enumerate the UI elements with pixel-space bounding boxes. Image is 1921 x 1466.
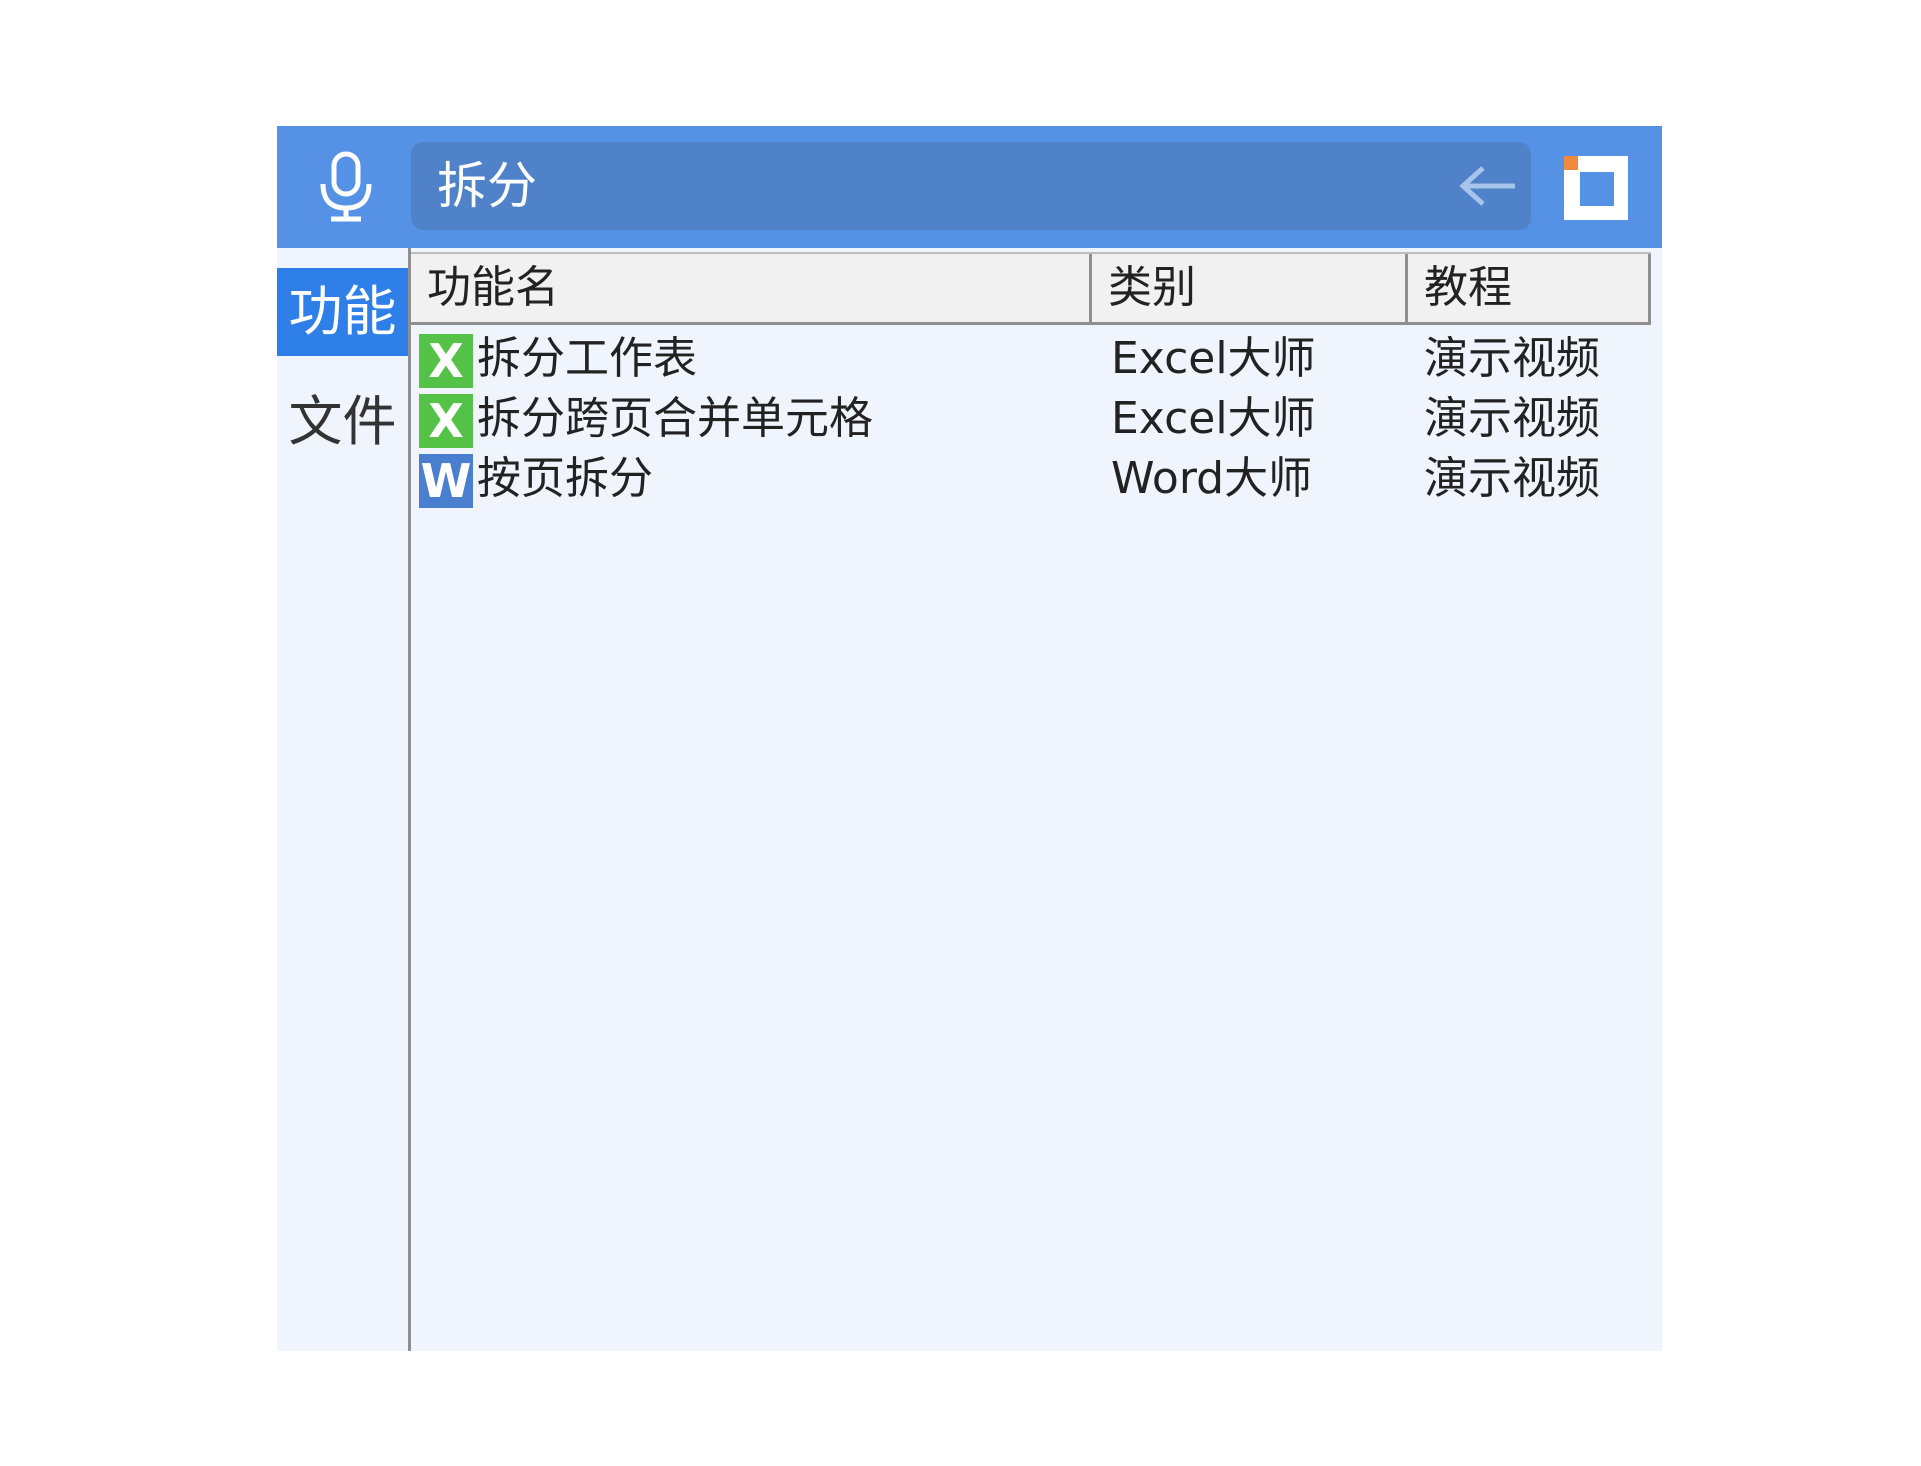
tab-features[interactable]: 功能 [277,268,408,356]
excel-icon: X [419,334,473,388]
excel-icon: X [419,394,473,448]
tab-files[interactable]: 文件 [277,378,408,466]
search-input[interactable]: 拆分 [437,142,537,230]
tutorial-link[interactable]: 演示视频 [1424,329,1600,389]
sidebar: 功能 文件 [277,248,408,1351]
feature-category: Excel大师 [1111,333,1316,384]
search-box[interactable]: 拆分 [411,142,1531,230]
column-header-name[interactable]: 功能名 [411,254,1092,322]
feature-name[interactable]: 按页拆分 [477,449,653,509]
table-row[interactable]: W 按页拆分 Word大师 演示视频 [411,449,1662,509]
tab-files-label: 文件 [288,390,397,453]
tutorial-link[interactable]: 演示视频 [1424,449,1600,509]
feature-category: Word大师 [1111,453,1313,504]
app-logo-icon[interactable] [1560,152,1632,224]
results-table: 功能名 类别 教程 X 拆分工作表 Excel大师 演示视频 X 拆分跨页合并单… [411,248,1662,1351]
table-row[interactable]: X 拆分跨页合并单元格 Excel大师 演示视频 [411,389,1662,449]
microphone-icon[interactable] [311,150,381,224]
table-row[interactable]: X 拆分工作表 Excel大师 演示视频 [411,329,1662,389]
tutorial-link[interactable]: 演示视频 [1424,389,1600,449]
top-bar: 拆分 [277,126,1662,248]
backspace-arrow-icon[interactable] [1455,160,1521,212]
app-window: 拆分 功能 文件 功能名 类别 教程 X 拆分工作表 Excel大师 演示视频 … [277,126,1662,1351]
table-header: 功能名 类别 教程 [411,252,1651,325]
column-header-category[interactable]: 类别 [1092,254,1408,322]
feature-name[interactable]: 拆分跨页合并单元格 [477,389,873,449]
word-icon: W [419,454,473,508]
feature-name[interactable]: 拆分工作表 [477,329,697,389]
tab-features-label: 功能 [288,280,397,343]
feature-category: Excel大师 [1111,393,1316,444]
column-header-tutorial[interactable]: 教程 [1408,254,1651,322]
